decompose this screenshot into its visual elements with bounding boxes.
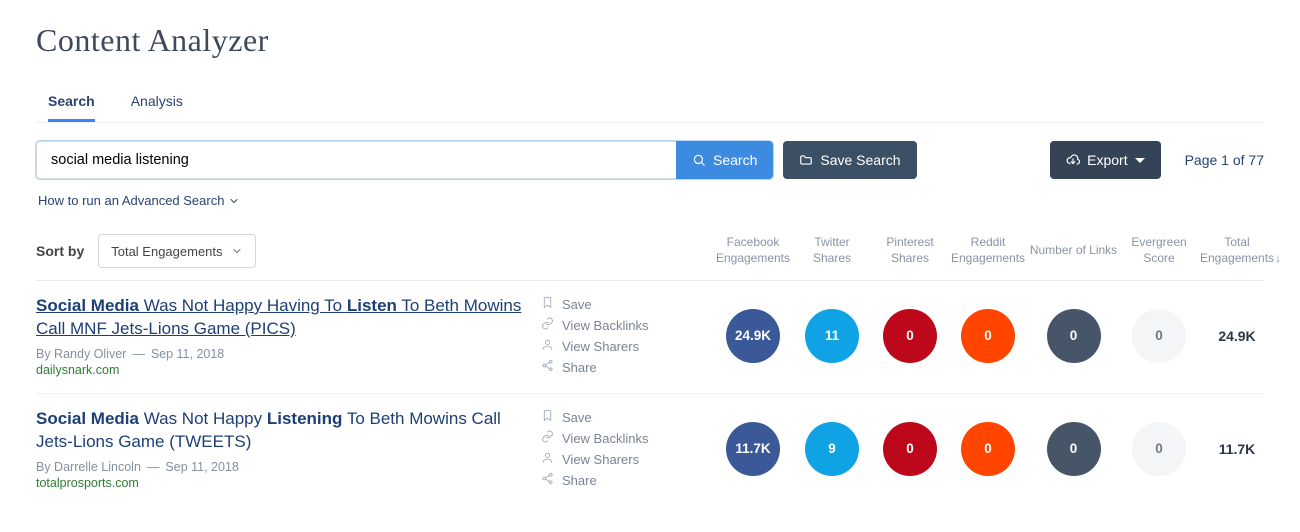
bookmark-icon <box>541 409 554 425</box>
stat-links: 0 <box>1047 422 1101 476</box>
tabs: Search Analysis <box>36 83 1264 123</box>
action-sharers[interactable]: View Sharers <box>541 338 713 354</box>
col-evergreen[interactable]: Evergreen Score <box>1120 235 1198 266</box>
advanced-search-link[interactable]: How to run an Advanced Search <box>38 193 240 208</box>
stat-facebook: 24.9K <box>726 309 780 363</box>
search-button-label: Search <box>713 152 757 168</box>
tab-analysis[interactable]: Analysis <box>131 83 183 122</box>
action-save[interactable]: Save <box>541 296 713 312</box>
action-share[interactable]: Share <box>541 472 713 488</box>
action-backlinks[interactable]: View Backlinks <box>541 430 713 446</box>
sort-desc-icon: ↓ <box>1275 251 1281 265</box>
result-title[interactable]: Social Media Was Not Happy Having To Lis… <box>36 296 521 338</box>
action-save[interactable]: Save <box>541 409 713 425</box>
chevron-down-icon <box>228 195 240 207</box>
export-label: Export <box>1087 152 1127 168</box>
result-row: Social Media Was Not Happy Having To Lis… <box>36 280 1264 393</box>
stat-evergreen: 0 <box>1132 422 1186 476</box>
sort-label: Sort by <box>36 243 84 259</box>
sort-selected-value: Total Engagements <box>111 244 222 259</box>
col-links[interactable]: Number of Links <box>1027 243 1120 259</box>
result-title[interactable]: Social Media Was Not Happy Listening To … <box>36 409 501 451</box>
col-twitter[interactable]: Twitter Shares <box>793 235 871 266</box>
stat-twitter: 11 <box>805 309 859 363</box>
user-icon <box>541 451 554 467</box>
stat-reddit: 0 <box>961 422 1015 476</box>
stat-total: 11.7K <box>1198 441 1276 457</box>
result-row: Social Media Was Not Happy Listening To … <box>36 393 1264 506</box>
result-byline: By Darrelle Lincoln—Sep 11, 2018 <box>36 460 541 474</box>
stat-pinterest: 0 <box>883 422 937 476</box>
stat-reddit: 0 <box>961 309 1015 363</box>
col-total[interactable]: Total Engagements↓ <box>1198 235 1276 266</box>
share-icon <box>541 359 554 375</box>
col-facebook[interactable]: Facebook Engagements <box>713 235 793 266</box>
save-search-button[interactable]: Save Search <box>783 141 916 179</box>
chevron-down-icon <box>1135 158 1145 163</box>
pagination-info: Page 1 of 77 <box>1185 152 1264 168</box>
stat-facebook: 11.7K <box>726 422 780 476</box>
result-actions: Save View Backlinks View Sharers Share <box>541 409 713 488</box>
search-row: Search Save Search Export Page 1 of 77 <box>36 141 1264 179</box>
search-input[interactable] <box>36 141 676 179</box>
advanced-search-label: How to run an Advanced Search <box>38 193 224 208</box>
header-row: Sort by Total Engagements Facebook Engag… <box>36 234 1264 280</box>
action-share[interactable]: Share <box>541 359 713 375</box>
cloud-download-icon <box>1066 153 1080 167</box>
page-title: Content Analyzer <box>36 22 1264 59</box>
export-button[interactable]: Export <box>1050 141 1160 179</box>
action-backlinks[interactable]: View Backlinks <box>541 317 713 333</box>
chevron-down-icon <box>231 245 243 257</box>
stat-pinterest: 0 <box>883 309 937 363</box>
search-icon <box>692 153 706 167</box>
result-domain[interactable]: totalprosports.com <box>36 476 541 490</box>
folder-icon <box>799 153 813 167</box>
sort-select[interactable]: Total Engagements <box>98 234 255 268</box>
search-combo: Search <box>36 141 773 179</box>
action-sharers[interactable]: View Sharers <box>541 451 713 467</box>
result-byline: By Randy Oliver—Sep 11, 2018 <box>36 347 541 361</box>
stat-total: 24.9K <box>1198 328 1276 344</box>
user-icon <box>541 338 554 354</box>
col-reddit[interactable]: Reddit Engagements <box>949 235 1027 266</box>
result-main: Social Media Was Not Happy Having To Lis… <box>36 295 541 377</box>
stat-twitter: 9 <box>805 422 859 476</box>
share-icon <box>541 472 554 488</box>
stat-links: 0 <box>1047 309 1101 363</box>
result-main: Social Media Was Not Happy Listening To … <box>36 408 541 490</box>
link-icon <box>541 430 554 446</box>
search-button[interactable]: Search <box>676 141 773 179</box>
bookmark-icon <box>541 296 554 312</box>
col-pinterest[interactable]: Pinterest Shares <box>871 235 949 266</box>
result-domain[interactable]: dailysnark.com <box>36 363 541 377</box>
result-actions: Save View Backlinks View Sharers Share <box>541 296 713 375</box>
tab-search[interactable]: Search <box>48 83 95 122</box>
link-icon <box>541 317 554 333</box>
save-search-label: Save Search <box>820 152 900 168</box>
stat-evergreen: 0 <box>1132 309 1186 363</box>
